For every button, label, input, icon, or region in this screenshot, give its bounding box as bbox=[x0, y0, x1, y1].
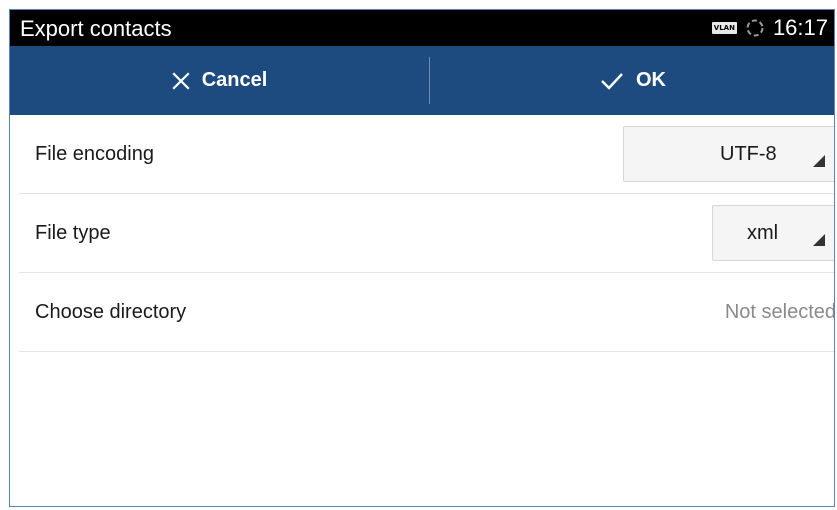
ok-button[interactable]: OK bbox=[430, 46, 834, 115]
clock: 16:17 bbox=[772, 15, 828, 40]
file-encoding-row: File encoding UTF-8 bbox=[19, 115, 834, 194]
network-status-icon bbox=[746, 19, 764, 37]
vlan-icon: VLAN bbox=[711, 22, 737, 34]
file-encoding-value: UTF-8 bbox=[720, 143, 777, 165]
choose-directory-label: Choose directory bbox=[35, 301, 187, 323]
app-window: Export contacts VLAN 16:17 Cancel OK Fil… bbox=[9, 9, 835, 507]
choose-directory-row[interactable]: Choose directory Not selected bbox=[19, 273, 834, 352]
window-title: Export contacts bbox=[20, 16, 172, 41]
cancel-label: Cancel bbox=[201, 69, 268, 91]
ok-label: OK bbox=[636, 69, 666, 91]
status-icons: VLAN 16:17 bbox=[711, 15, 828, 41]
dropdown-arrow-icon bbox=[813, 155, 825, 167]
file-type-dropdown[interactable]: xml bbox=[712, 205, 834, 261]
close-icon bbox=[172, 71, 190, 90]
file-type-row: File type xml bbox=[19, 194, 834, 273]
status-bar: Export contacts VLAN 16:17 bbox=[10, 10, 834, 46]
check-icon bbox=[601, 72, 623, 90]
dropdown-arrow-icon bbox=[813, 234, 825, 246]
file-encoding-label: File encoding bbox=[35, 143, 154, 165]
cancel-button[interactable]: Cancel bbox=[10, 46, 429, 115]
file-type-label: File type bbox=[35, 222, 111, 244]
directory-value[interactable]: Not selected bbox=[725, 273, 834, 352]
file-type-value: xml bbox=[747, 222, 779, 244]
file-encoding-dropdown[interactable]: UTF-8 bbox=[623, 126, 834, 182]
action-bar: Cancel OK bbox=[10, 46, 834, 115]
